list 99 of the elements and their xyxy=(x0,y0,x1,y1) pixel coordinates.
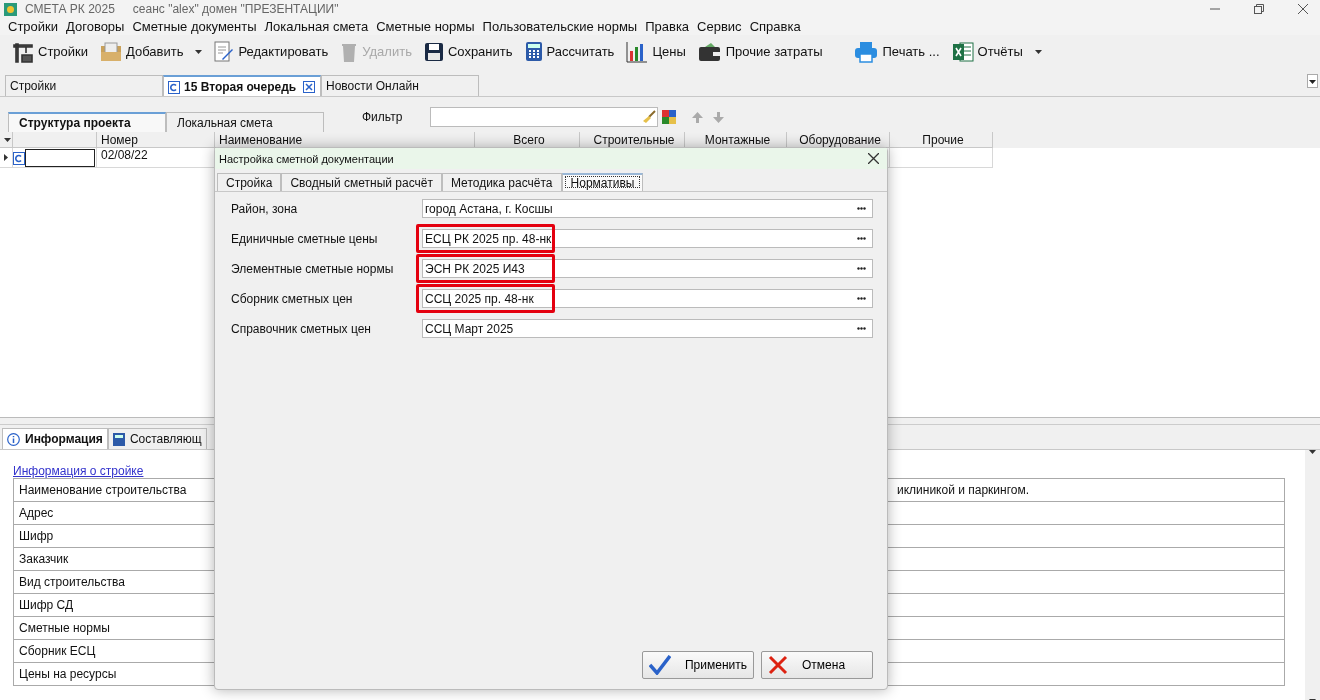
toolbar-button[interactable]: Отчёты xyxy=(951,40,1023,63)
close-icon[interactable] xyxy=(303,80,315,93)
toolbar-button[interactable]: Стройки xyxy=(12,40,88,63)
field-label: Шифр СД xyxy=(18,598,74,612)
toolbar-button[interactable]: Печать ... xyxy=(854,40,940,63)
menu-item[interactable]: Справка xyxy=(745,19,805,34)
dropdown-caret-icon[interactable] xyxy=(1034,49,1042,54)
dialog-tab[interactable]: Сводный сметный расчёт xyxy=(281,173,442,191)
field-label: Шифр xyxy=(18,529,54,543)
edit-cell[interactable] xyxy=(25,148,95,167)
menu-item[interactable]: Сметные нормы xyxy=(372,19,479,34)
dialog-tab[interactable]: Методика расчёта xyxy=(441,173,562,191)
menu-item[interactable]: Сервис xyxy=(693,19,746,34)
menu-item[interactable]: Договоры xyxy=(62,19,129,34)
picker-field[interactable]: ЭСН РК 2025 И43 xyxy=(422,259,873,278)
field-label: Единичные сметные цены xyxy=(231,231,379,246)
filter-label: Фильтр xyxy=(362,110,403,124)
document-tab[interactable]: Стройки xyxy=(5,75,163,96)
ellipsis-icon[interactable] xyxy=(857,297,866,300)
checkmark-icon xyxy=(649,655,671,675)
field-value: иклиникой и паркингом. xyxy=(896,483,1030,497)
section-link[interactable]: Информация о стройке xyxy=(13,464,144,478)
wallet-icon xyxy=(697,41,722,62)
field-label: Наименование строительства xyxy=(18,483,188,497)
column-header[interactable]: Номер xyxy=(97,132,215,148)
document-tab[interactable]: Новости Онлайн xyxy=(321,75,479,96)
crane-icon xyxy=(12,40,34,63)
dialog-button[interactable]: Отмена xyxy=(761,651,873,679)
panel-tab[interactable]: Составляющ xyxy=(107,428,207,449)
restore-icon[interactable] xyxy=(1254,4,1264,14)
toolbar-button[interactable]: Редактировать xyxy=(214,40,329,63)
toolbar-button[interactable]: Цены xyxy=(626,40,686,63)
menu-item[interactable]: Стройки xyxy=(4,19,62,34)
calculator-icon xyxy=(524,41,543,62)
toolbar-button[interactable]: Добавить xyxy=(100,41,184,62)
toolbar-button[interactable]: Прочие затраты xyxy=(697,41,823,62)
tab-label: Стройки xyxy=(10,79,57,93)
toolbar-button[interactable]: Рассчитать xyxy=(524,41,615,62)
field-label: Вид строительства xyxy=(18,575,125,589)
window-title: СМЕТА РК 2025 xyxy=(25,2,115,16)
dropdown-caret-icon[interactable] xyxy=(195,49,203,54)
field-label: Справочник сметных цен xyxy=(231,321,372,336)
broom-icon[interactable] xyxy=(642,110,657,124)
ellipsis-icon[interactable] xyxy=(857,267,866,270)
ellipsis-icon[interactable] xyxy=(857,207,866,210)
picker-field[interactable]: ЕСЦ РК 2025 пр. 48-нк xyxy=(422,229,873,248)
view-tab[interactable]: Структура проекта xyxy=(8,112,166,132)
folder-icon xyxy=(100,41,122,62)
scroll-up-icon xyxy=(1309,450,1316,454)
dialog-title: Настройка сметной документации xyxy=(219,152,394,165)
edit-icon xyxy=(214,40,235,63)
picker-field[interactable]: ССЦ Март 2025 xyxy=(422,319,873,338)
menu-caret-icon xyxy=(4,137,11,142)
dialog-button[interactable]: Применить xyxy=(642,651,754,679)
close-icon[interactable] xyxy=(1298,4,1308,14)
tab-label: Информация xyxy=(25,432,103,446)
filter-field[interactable] xyxy=(430,107,659,127)
field-label: Заказчик xyxy=(18,552,69,566)
cross-icon xyxy=(768,655,788,675)
printer-icon xyxy=(854,40,879,63)
session-info: сеанс "alex" домен "ПРЕЗЕНТАЦИИ" xyxy=(132,2,339,16)
color-grid-icon[interactable] xyxy=(662,110,677,124)
field-label: Сборник ЕСЦ xyxy=(18,644,96,658)
field-label: Сборник сметных цен xyxy=(231,291,354,306)
dialog-tab[interactable]: Нормативы xyxy=(561,173,644,191)
document-icon xyxy=(168,79,180,94)
field-label: Сметные нормы xyxy=(18,621,110,635)
save-icon xyxy=(423,41,444,62)
menu-item[interactable]: Пользовательские нормы xyxy=(478,19,642,34)
app-logo-icon xyxy=(4,2,17,16)
column-header[interactable]: Прочие xyxy=(890,132,993,148)
calculator-icon xyxy=(112,432,125,446)
picker-field[interactable]: город Астана, г. Косшы xyxy=(422,199,873,218)
document-tab[interactable]: 15 Вторая очередь xyxy=(163,75,321,96)
dialog-tab[interactable]: Стройка xyxy=(217,173,282,191)
tab-label: 15 Вторая очередь xyxy=(184,79,297,94)
ellipsis-icon[interactable] xyxy=(857,237,866,240)
menu-item[interactable]: Локальная смета xyxy=(260,19,373,34)
document-icon xyxy=(13,150,25,165)
scrollbar[interactable] xyxy=(1305,450,1320,700)
dropdown-caret-icon[interactable] xyxy=(1307,74,1318,88)
spreadsheet-icon xyxy=(951,40,974,63)
info-icon xyxy=(7,432,20,446)
menu-item[interactable]: Сметные документы xyxy=(128,19,261,34)
tab-label: Составляющ xyxy=(129,432,202,446)
picker-field[interactable]: ССЦ 2025 пр. 48-нк xyxy=(422,289,873,308)
field-label: Адрес xyxy=(18,506,54,520)
field-label: Район, зона xyxy=(231,201,299,216)
column-header[interactable] xyxy=(0,132,13,148)
field-label: Элементные сметные нормы xyxy=(231,261,395,276)
panel-tab[interactable]: Информация xyxy=(2,428,108,449)
bar-chart-icon xyxy=(626,40,649,63)
toolbar-button[interactable]: Сохранить xyxy=(423,41,513,62)
ellipsis-icon[interactable] xyxy=(857,327,866,330)
field-label: Цены на ресурсы xyxy=(18,667,117,681)
view-tab[interactable]: Локальная смета xyxy=(166,112,324,132)
tab-label: Новости Онлайн xyxy=(326,79,419,93)
menu-item[interactable]: Правка xyxy=(641,19,694,34)
close-button[interactable] xyxy=(868,153,879,164)
